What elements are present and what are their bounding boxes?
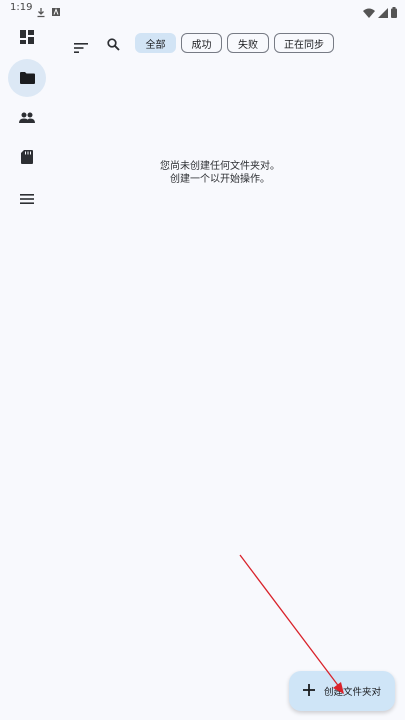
- status-bar: 1:19: [0, 0, 405, 18]
- rail-item-devices[interactable]: [8, 99, 46, 137]
- filter-chip-failed[interactable]: 失败: [227, 33, 269, 53]
- plus-icon: [300, 682, 318, 700]
- sort-icon[interactable]: [74, 38, 88, 57]
- empty-state-message: 您尚未创建任何文件夹对。 创建一个以开始操作。: [120, 160, 320, 186]
- battery-icon: [391, 3, 397, 22]
- wifi-icon: [363, 3, 375, 22]
- filter-chip-syncing[interactable]: 正在同步: [274, 33, 334, 53]
- rail-item-menu[interactable]: [8, 179, 46, 217]
- sd-card-icon: [21, 149, 33, 168]
- create-folder-pair-label: 创建文件夹对: [324, 687, 382, 698]
- download-icon: [36, 3, 46, 22]
- annotation-arrow: [239, 554, 344, 694]
- people-icon: [19, 109, 35, 128]
- filter-chip-all[interactable]: 全部: [135, 33, 176, 53]
- create-folder-pair-button[interactable]: 创建文件夹对: [289, 671, 395, 711]
- dashboard-icon: [20, 29, 34, 48]
- rail-item-storage[interactable]: [8, 139, 46, 177]
- empty-state-line-1: 您尚未创建任何文件夹对。: [160, 161, 280, 172]
- search-icon[interactable]: [107, 36, 120, 55]
- filter-chip-success[interactable]: 成功: [181, 33, 222, 53]
- folder-icon: [19, 69, 35, 88]
- font-icon: [51, 3, 61, 22]
- rail-item-dashboard[interactable]: [8, 19, 46, 57]
- rail-item-folders[interactable]: [8, 59, 46, 97]
- status-time: 1:19: [10, 2, 33, 13]
- menu-icon: [20, 189, 34, 208]
- empty-state-line-2: 创建一个以开始操作。: [170, 174, 270, 185]
- signal-icon: [378, 3, 388, 22]
